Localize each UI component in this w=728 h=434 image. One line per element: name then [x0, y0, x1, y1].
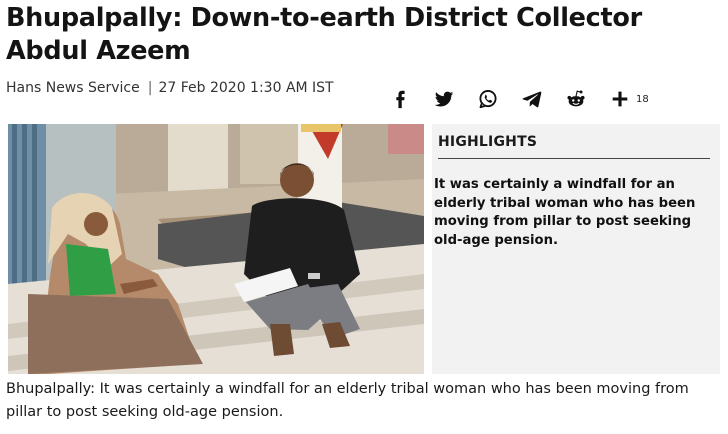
twitter-icon[interactable] — [432, 87, 456, 111]
whatsapp-icon[interactable] — [476, 87, 500, 111]
facebook-icon[interactable] — [388, 87, 412, 111]
highlights-box: HIGHLIGHTS It was certainly a windfall f… — [432, 124, 720, 374]
byline-datetime: 27 Feb 2020 1:30 AM IST — [158, 80, 334, 96]
reddit-icon[interactable] — [564, 87, 588, 111]
plus-icon[interactable] — [608, 87, 632, 111]
article-photo — [8, 124, 424, 374]
highlights-text: It was certainly a windfall for an elder… — [434, 177, 696, 248]
article-headline: Bhupalpally: Down-to-earth District Coll… — [6, 3, 642, 66]
photo-caption: Bhupalpally: It was certainly a windfall… — [6, 381, 689, 420]
share-bar: 18 — [388, 84, 649, 114]
byline: Hans News Service | 27 Feb 2020 1:30 AM … — [6, 80, 334, 96]
byline-source[interactable]: Hans News Service — [6, 80, 140, 96]
telegram-icon[interactable] — [520, 87, 544, 111]
share-count: 18 — [636, 93, 649, 105]
byline-separator: | — [147, 80, 153, 96]
highlights-title: HIGHLIGHTS — [438, 134, 710, 159]
